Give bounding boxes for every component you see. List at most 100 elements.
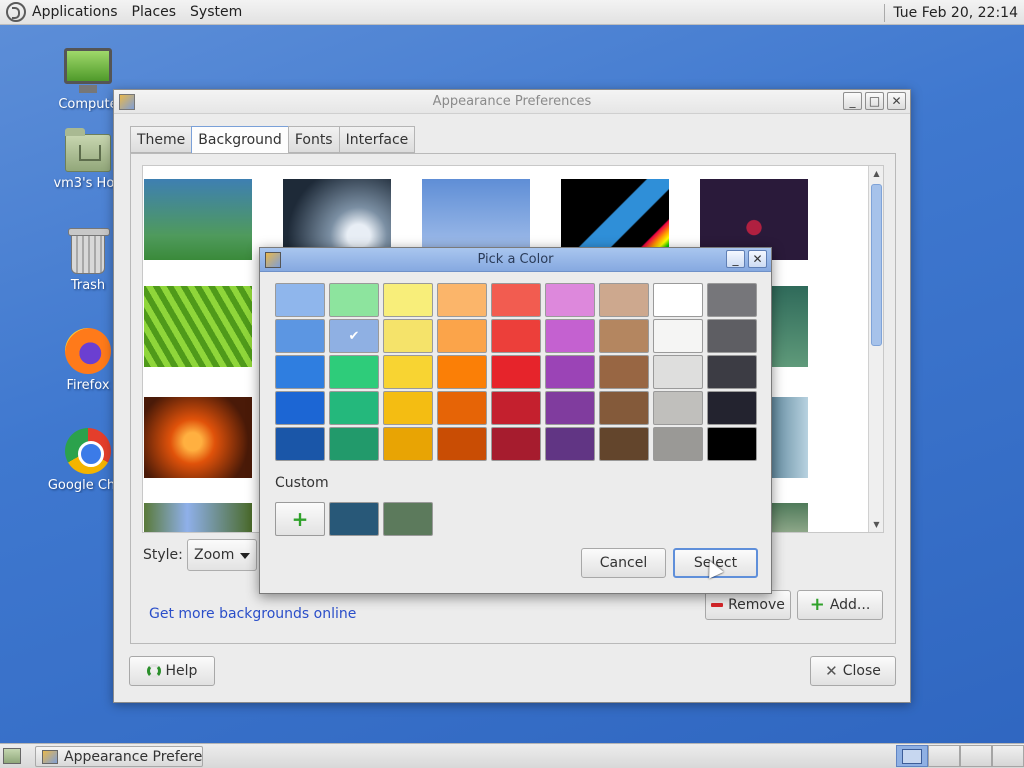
color-swatch[interactable]: [275, 283, 325, 317]
color-swatch[interactable]: [599, 355, 649, 389]
background-thumbnail[interactable]: [144, 179, 252, 260]
tab-fonts[interactable]: Fonts: [287, 126, 340, 153]
color-swatch[interactable]: [437, 283, 487, 317]
menu-places[interactable]: Places: [132, 4, 177, 20]
custom-color-swatch[interactable]: [383, 502, 433, 536]
scroll-thumb[interactable]: [871, 184, 882, 346]
style-dropdown[interactable]: Zoom: [187, 539, 257, 571]
close-window-button[interactable]: ✕: [887, 92, 906, 110]
clock[interactable]: Tue Feb 20, 22:14: [893, 5, 1018, 21]
background-thumbnail[interactable]: [144, 286, 252, 367]
color-swatch[interactable]: [275, 319, 325, 353]
tab-interface[interactable]: Interface: [338, 126, 416, 153]
checkmark-icon: ✔: [348, 328, 360, 344]
color-swatch[interactable]: [545, 319, 595, 353]
scroll-down-arrow-icon[interactable]: ▼: [869, 517, 883, 532]
color-swatch[interactable]: [437, 427, 487, 461]
workspace-1[interactable]: [896, 745, 928, 767]
close-button[interactable]: ✕ Close: [810, 656, 896, 686]
background-thumbnail[interactable]: [144, 503, 252, 532]
color-swatch[interactable]: [329, 427, 379, 461]
color-swatch[interactable]: [707, 355, 757, 389]
color-swatch[interactable]: [491, 427, 541, 461]
color-swatch[interactable]: [383, 355, 433, 389]
color-swatch[interactable]: [653, 427, 703, 461]
color-swatch[interactable]: [275, 427, 325, 461]
color-swatch[interactable]: [653, 319, 703, 353]
color-swatch[interactable]: [275, 355, 325, 389]
taskbar-app-icon: [42, 749, 58, 764]
custom-label: Custom: [275, 475, 329, 491]
close-icon: ✕: [825, 662, 838, 680]
gallery-scrollbar[interactable]: ▲ ▼: [868, 166, 883, 532]
taskbar-item-label: Appearance Prefere...: [64, 748, 203, 765]
home-folder-icon: [65, 128, 111, 172]
scroll-up-arrow-icon[interactable]: ▲: [869, 166, 883, 181]
dialog-app-icon: [265, 252, 281, 268]
remove-button[interactable]: Remove: [705, 590, 791, 620]
top-panel: Applications Places System Tue Feb 20, 2…: [0, 0, 1024, 25]
add-custom-color-button[interactable]: +: [275, 502, 325, 536]
dialog-titlebar[interactable]: Pick a Color _ ✕: [260, 248, 771, 272]
pick-a-color-dialog: Pick a Color _ ✕ ✔ Custom + Cancel Selec…: [259, 247, 772, 594]
dialog-minimize-button[interactable]: _: [726, 250, 745, 268]
color-swatch[interactable]: [545, 427, 595, 461]
color-swatch[interactable]: [491, 319, 541, 353]
maximize-button[interactable]: □: [865, 92, 884, 110]
color-swatch[interactable]: [437, 391, 487, 425]
background-thumbnail[interactable]: [144, 397, 252, 478]
color-swatch[interactable]: [437, 319, 487, 353]
color-swatch[interactable]: [329, 355, 379, 389]
help-button-label: Help: [165, 663, 198, 679]
color-swatch[interactable]: [707, 391, 757, 425]
distro-logo-icon[interactable]: [6, 2, 26, 22]
tab-background[interactable]: Background: [191, 126, 289, 154]
firefox-icon: [65, 328, 111, 374]
add-icon: +: [809, 594, 825, 615]
color-swatch[interactable]: [545, 355, 595, 389]
window-titlebar[interactable]: Appearance Preferences _ □ ✕: [114, 90, 910, 114]
color-swatch[interactable]: [545, 283, 595, 317]
color-swatch[interactable]: [653, 283, 703, 317]
color-swatch[interactable]: [383, 283, 433, 317]
color-swatch[interactable]: [599, 319, 649, 353]
color-swatch[interactable]: [383, 427, 433, 461]
color-swatch-selected[interactable]: ✔: [329, 319, 379, 353]
menu-system[interactable]: System: [190, 4, 242, 20]
color-swatch[interactable]: [707, 283, 757, 317]
color-swatch[interactable]: [491, 283, 541, 317]
color-swatch[interactable]: [491, 391, 541, 425]
minimize-button[interactable]: _: [843, 92, 862, 110]
color-swatch[interactable]: [329, 283, 379, 317]
cancel-button[interactable]: Cancel: [581, 548, 666, 578]
color-swatch[interactable]: [545, 391, 595, 425]
color-swatch[interactable]: [707, 319, 757, 353]
color-swatch[interactable]: [653, 355, 703, 389]
menu-applications[interactable]: Applications: [32, 4, 118, 20]
color-swatch[interactable]: [275, 391, 325, 425]
color-swatch[interactable]: [653, 391, 703, 425]
color-swatch[interactable]: [491, 355, 541, 389]
tab-theme[interactable]: Theme: [130, 126, 193, 153]
more-backgrounds-link[interactable]: Get more backgrounds online: [149, 606, 356, 622]
color-swatch[interactable]: [437, 355, 487, 389]
color-swatch[interactable]: [329, 391, 379, 425]
color-swatch[interactable]: [599, 427, 649, 461]
color-swatch[interactable]: [707, 427, 757, 461]
custom-color-swatch[interactable]: [329, 502, 379, 536]
taskbar-item-appearance[interactable]: Appearance Prefere...: [35, 746, 203, 767]
show-desktop-icon[interactable]: [3, 748, 21, 764]
computer-icon: [64, 48, 112, 93]
workspace-3[interactable]: [960, 745, 992, 767]
color-swatch[interactable]: [383, 319, 433, 353]
color-swatch[interactable]: [383, 391, 433, 425]
dialog-close-button[interactable]: ✕: [748, 250, 767, 268]
color-swatch[interactable]: [599, 283, 649, 317]
add-button[interactable]: + Add...: [797, 590, 883, 620]
close-button-label: Close: [842, 663, 881, 679]
workspace-2[interactable]: [928, 745, 960, 767]
help-button[interactable]: Help: [129, 656, 215, 686]
workspace-4[interactable]: [992, 745, 1024, 767]
color-swatch[interactable]: [599, 391, 649, 425]
appearance-app-icon: [119, 94, 135, 110]
